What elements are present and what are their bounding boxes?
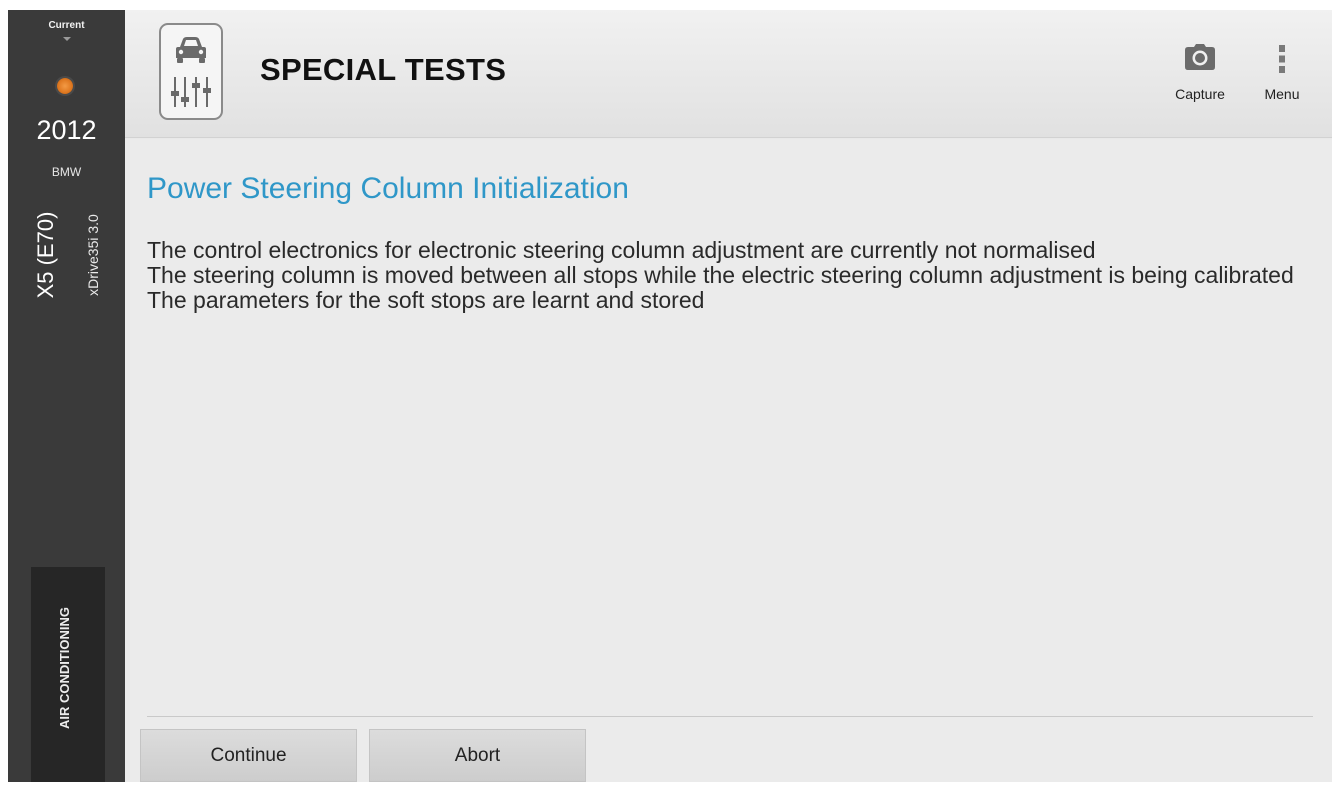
continue-button[interactable]: Continue: [140, 729, 357, 782]
divider: [147, 716, 1313, 717]
car-adjust-sliders-icon: [159, 23, 223, 120]
test-description: The control electronics for electronic s…: [147, 238, 1307, 313]
menu-button[interactable]: Menu: [1253, 42, 1311, 112]
abort-button[interactable]: Abort: [369, 729, 586, 782]
page-title: SPECIAL TESTS: [260, 52, 507, 87]
vehicle-model: X5 (E70): [33, 211, 58, 299]
current-label: Current: [48, 20, 85, 31]
caret-down-icon: [63, 37, 71, 41]
capture-label: Capture: [1175, 86, 1225, 102]
header-bar: SPECIAL TESTS Capture Menu: [125, 10, 1332, 138]
capture-button[interactable]: Capture: [1165, 42, 1235, 112]
test-title: Power Steering Column Initialization: [147, 172, 629, 205]
vehicle-variant: xDrive35i 3.0: [85, 214, 101, 296]
vehicle-make: BMW: [51, 165, 82, 179]
camera-icon: [1185, 44, 1215, 70]
description-line: The control electronics for electronic s…: [147, 237, 1096, 263]
module-tab-label: AIR CONDITIONING: [57, 606, 72, 730]
more-vertical-icon: [1279, 45, 1285, 73]
vehicle-year: 2012: [36, 115, 97, 145]
app-frame: Current 2012 BMW X5 (E70) xDrive35i 3.0 …: [8, 10, 1332, 782]
connection-status-icon: [57, 78, 73, 94]
description-line: The steering column is moved between all…: [147, 262, 1294, 288]
vehicle-sidebar: Current 2012 BMW X5 (E70) xDrive35i 3.0 …: [8, 10, 125, 782]
main-content: Power Steering Column Initialization The…: [125, 139, 1332, 782]
module-tab-air-conditioning[interactable]: AIR CONDITIONING: [31, 567, 105, 782]
description-line: The parameters for the soft stops are le…: [147, 287, 705, 313]
menu-label: Menu: [1264, 86, 1300, 102]
